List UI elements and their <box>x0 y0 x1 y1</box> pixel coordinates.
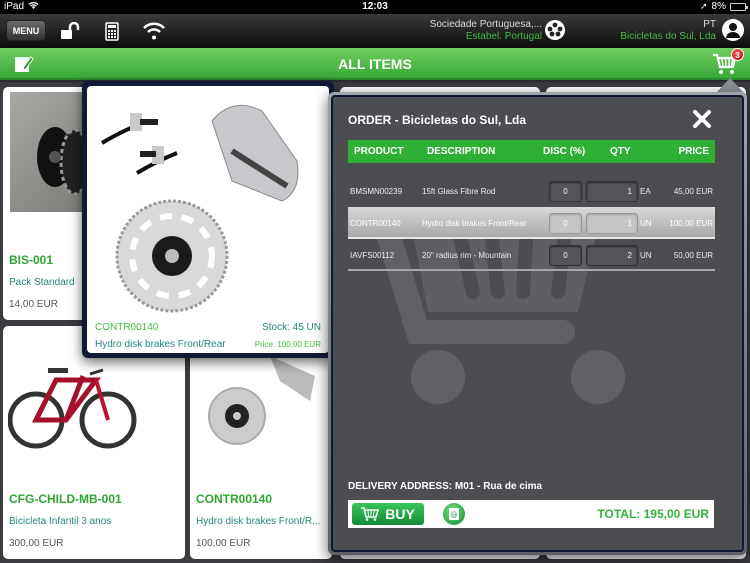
discount-input[interactable]: 0 <box>549 213 582 234</box>
location-icon: ➚ <box>700 1 708 11</box>
user-avatar-icon[interactable] <box>722 19 744 41</box>
quantity-input[interactable]: 2 <box>586 245 638 266</box>
product-card[interactable]: CFG-CHILD-MB-001 Bicicleta Infantil 3 an… <box>3 326 185 559</box>
column-header-discount: DISC (%) <box>543 146 586 157</box>
discount-input[interactable]: 0 <box>549 181 582 202</box>
cart-icon <box>361 507 380 521</box>
buy-button[interactable]: BUY <box>352 503 424 525</box>
unlock-icon[interactable] <box>58 20 82 42</box>
row-product-code: BMSMN00239 <box>350 187 403 196</box>
row-unit: UN <box>640 251 652 260</box>
quantity-input[interactable]: 1 <box>586 213 638 234</box>
buy-label: BUY <box>385 506 415 522</box>
product-image <box>10 92 91 212</box>
wifi-sync-icon[interactable] <box>142 20 166 42</box>
top-toolbar: MENU Sociedade Portuguesa,... Estabel. P… <box>0 14 750 48</box>
order-total: TOTAL: 195,00 EUR <box>597 507 709 521</box>
app-screen: iPad 12:03 ➚ 8% MENU Sociedade Portugues… <box>0 0 750 563</box>
company-info[interactable]: Sociedade Portuguesa,... Estabel. Portug… <box>430 19 542 43</box>
battery-percent: 8% <box>711 1 726 12</box>
order-row-selected[interactable]: CONTR00140 Hydro disk brakes Front/Rear … <box>348 207 715 239</box>
cart-count-badge: 3 <box>731 48 744 61</box>
product-code: CFG-CHILD-MB-001 <box>9 492 122 506</box>
quantity-input[interactable]: 1 <box>586 181 638 202</box>
page-title: ALL ITEMS <box>338 56 412 72</box>
battery-icon <box>730 2 748 11</box>
product-description: Hydro disk brakes Front/R... <box>196 516 321 527</box>
product-code: CONTR00140 <box>196 492 273 506</box>
company-branch: Estabel. Portugal <box>465 31 542 42</box>
row-description: 15ft Glass Fibre Rod <box>422 187 496 196</box>
discount-input[interactable]: 0 <box>549 245 582 266</box>
product-image <box>7 356 138 456</box>
menu-button[interactable]: MENU <box>6 20 46 41</box>
close-icon[interactable] <box>692 109 712 129</box>
order-title: ORDER - Bicicletas do Sul, Lda <box>348 113 527 127</box>
row-price: 50,00 EUR <box>673 251 713 260</box>
detail-price: Price: 100,00 EUR <box>254 340 321 349</box>
row-unit: UN <box>640 219 652 228</box>
calculator-icon[interactable] <box>100 20 124 42</box>
email-order-button[interactable]: @ <box>443 503 465 525</box>
row-description: 20'' radius rim - Mountain <box>422 251 512 260</box>
detail-description: Hydro disk brakes Front/Rear <box>95 339 226 350</box>
client-name: Bicicletas do Sul, Lda <box>620 31 716 42</box>
product-price: 300,00 EUR <box>9 538 64 549</box>
client-info[interactable]: PT Bicicletas do Sul, Lda <box>620 19 716 43</box>
product-description: Bicicleta Infantil 3 anos <box>9 516 112 527</box>
delivery-address[interactable]: DELIVERY ADDRESS: M01 - Rua de cima <box>348 481 542 492</box>
product-price: 100,00 EUR <box>196 538 251 549</box>
row-description: Hydro disk brakes Front/Rear <box>422 219 527 228</box>
order-popover: ORDER - Bicicletas do Sul, Lda PRODUCT D… <box>328 92 747 555</box>
row-price: 45,00 EUR <box>673 187 713 196</box>
company-name: Sociedade Portuguesa,... <box>429 19 542 30</box>
order-table-header: PRODUCT DESCRIPTION DISC (%) QTY PRICE <box>348 140 715 163</box>
svg-text:@: @ <box>451 511 458 519</box>
order-footer: BUY @ TOTAL: 195,00 EUR <box>348 500 714 528</box>
cart-button[interactable]: 3 <box>712 48 744 76</box>
title-bar: ALL ITEMS 3 <box>0 48 750 80</box>
product-card[interactable]: CONTR00140 Hydro disk brakes Front/R... … <box>190 326 332 559</box>
row-product-code: CONTR00140 <box>350 219 401 228</box>
row-unit: EA <box>640 187 651 196</box>
order-row[interactable]: IAVFS00112 20'' radius rim - Mountain 0 … <box>348 239 715 271</box>
table-divider <box>348 269 715 271</box>
product-detail-image <box>92 91 327 316</box>
clock: 12:03 <box>362 1 388 12</box>
detail-stock: Stock: 45 UN <box>262 322 321 333</box>
company-icon[interactable] <box>545 20 565 40</box>
client-code: PT <box>703 19 716 30</box>
row-product-code: IAVFS00112 <box>350 251 395 260</box>
order-popover-pointer <box>716 78 744 93</box>
detail-product-code: CONTR00140 <box>95 322 159 333</box>
row-price: 100,00 EUR <box>669 219 713 228</box>
order-row[interactable]: BMSMN00239 15ft Glass Fibre Rod 0 1 EA 4… <box>348 175 715 207</box>
product-code: BIS-001 <box>9 253 54 267</box>
column-header-description: DESCRIPTION <box>427 146 496 157</box>
product-price: 14,00 EUR <box>9 299 58 310</box>
column-header-product: PRODUCT <box>354 146 404 157</box>
product-detail-popover: CONTR00140 Stock: 45 UN Hydro disk brake… <box>82 81 334 358</box>
status-bar: iPad 12:03 ➚ 8% <box>0 0 750 14</box>
email-icon: @ <box>449 508 459 520</box>
column-header-qty: QTY <box>610 146 631 157</box>
product-description: Pack Standard <box>9 277 75 288</box>
column-header-price: PRICE <box>678 146 709 157</box>
product-image <box>200 356 320 456</box>
